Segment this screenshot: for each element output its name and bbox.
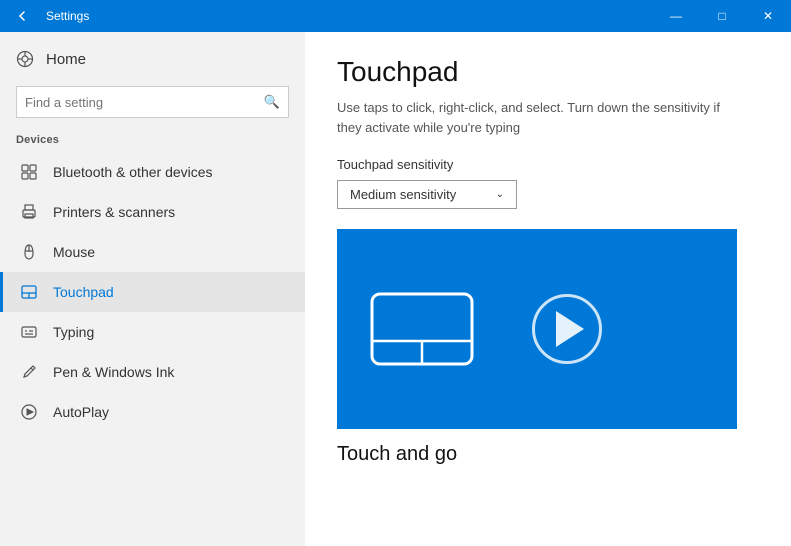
home-icon <box>16 50 34 68</box>
autoplay-icon <box>19 403 39 421</box>
typing-label: Typing <box>53 324 94 340</box>
printers-label: Printers & scanners <box>53 204 175 220</box>
touchpad-graphic-icon <box>367 289 477 369</box>
search-input[interactable] <box>25 95 264 110</box>
main-layout: Home 🔍 Devices Bluetooth & other devices <box>0 32 791 546</box>
sidebar-item-bluetooth[interactable]: Bluetooth & other devices <box>0 152 305 192</box>
play-button[interactable] <box>532 294 602 364</box>
pen-label: Pen & Windows Ink <box>53 364 174 380</box>
typing-icon <box>19 323 39 341</box>
sidebar-item-printers[interactable]: Printers & scanners <box>0 192 305 232</box>
sensitivity-dropdown[interactable]: Medium sensitivity ⌄ <box>337 180 517 209</box>
app-title: Settings <box>46 9 89 23</box>
mouse-icon <box>19 243 39 261</box>
sidebar-section-label: Devices <box>0 130 305 152</box>
printer-icon <box>19 203 39 221</box>
search-icon: 🔍 <box>264 94 280 110</box>
sidebar-item-mouse[interactable]: Mouse <box>0 232 305 272</box>
titlebar: Settings — □ ✕ <box>0 0 791 32</box>
maximize-button[interactable]: □ <box>699 0 745 32</box>
chevron-down-icon: ⌄ <box>496 189 504 200</box>
pen-icon <box>19 363 39 381</box>
minimize-button[interactable]: — <box>653 0 699 32</box>
touchpad-label: Touchpad <box>53 284 114 300</box>
back-button[interactable] <box>8 2 36 30</box>
sidebar: Home 🔍 Devices Bluetooth & other devices <box>0 32 305 546</box>
sidebar-home[interactable]: Home <box>0 40 305 78</box>
sidebar-item-typing[interactable]: Typing <box>0 312 305 352</box>
page-description: Use taps to click, right-click, and sele… <box>337 98 737 137</box>
content-area: Touchpad Use taps to click, right-click,… <box>305 32 791 546</box>
search-box[interactable]: 🔍 <box>16 86 289 118</box>
close-button[interactable]: ✕ <box>745 0 791 32</box>
window-controls: — □ ✕ <box>653 0 791 32</box>
sidebar-item-autoplay[interactable]: AutoPlay <box>0 392 305 432</box>
home-label: Home <box>46 51 86 68</box>
video-thumbnail[interactable] <box>337 229 737 429</box>
autoplay-label: AutoPlay <box>53 404 109 420</box>
touchpad-nav-icon <box>19 283 39 301</box>
bluetooth-icon <box>19 163 39 181</box>
mouse-label: Mouse <box>53 244 95 260</box>
titlebar-left: Settings <box>8 2 89 30</box>
page-title: Touchpad <box>337 56 759 88</box>
sidebar-item-touchpad[interactable]: Touchpad <box>0 272 305 312</box>
bluetooth-label: Bluetooth & other devices <box>53 164 213 180</box>
section-title: Touch and go <box>337 443 759 466</box>
sensitivity-value: Medium sensitivity <box>350 187 456 202</box>
sensitivity-label: Touchpad sensitivity <box>337 157 759 172</box>
play-triangle-icon <box>556 311 584 347</box>
sidebar-item-pen[interactable]: Pen & Windows Ink <box>0 352 305 392</box>
